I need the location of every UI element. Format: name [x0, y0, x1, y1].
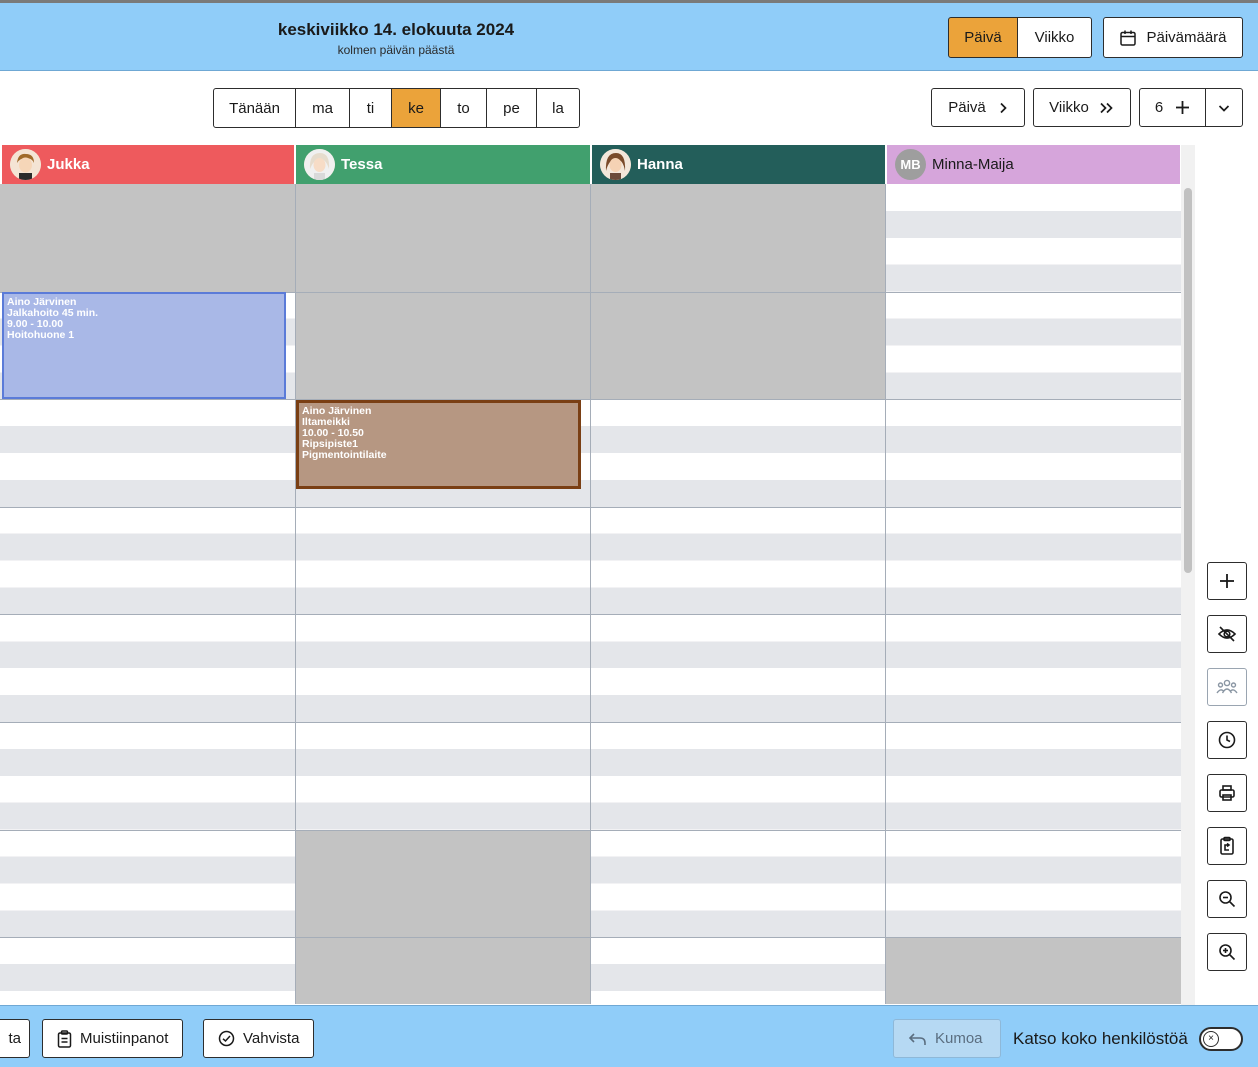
group-button[interactable] — [1207, 668, 1247, 706]
top-header: keskiviikko 14. elokuuta 2024 kolmen päi… — [0, 0, 1258, 71]
page-title: keskiviikko 14. elokuuta 2024 — [277, 20, 515, 39]
date-picker-button[interactable]: Päivämäärä — [1103, 17, 1243, 58]
day-ke[interactable]: ke — [392, 89, 441, 127]
column-header-tessa[interactable]: Tessa — [296, 145, 590, 184]
day-la[interactable]: la — [537, 89, 579, 127]
schedule-grid[interactable]: Aino Järvinen Jalkahoito 45 min. 9.00 - … — [0, 184, 1181, 1004]
print-button[interactable] — [1207, 774, 1247, 812]
undo-icon — [908, 1032, 927, 1046]
next-day-button[interactable]: Päivä — [931, 88, 1025, 127]
close-icon: × — [1203, 1031, 1219, 1047]
staff-name: Minna-Maija — [932, 156, 1014, 173]
day-selector: Tänään ma ti ke to pe la — [213, 88, 580, 128]
avatar — [600, 149, 631, 180]
clipboard-icon — [57, 1029, 72, 1048]
count-dropdown-button[interactable] — [1205, 88, 1243, 127]
all-staff-toggle[interactable]: × — [1199, 1027, 1243, 1051]
event-resource: Pigmentointilaite — [302, 449, 387, 461]
event-room: Hoitohuone 1 — [7, 329, 75, 341]
chevron-down-icon — [1218, 103, 1230, 113]
staff-name: Tessa — [341, 156, 383, 173]
partial-button[interactable]: ta — [0, 1019, 30, 1058]
zoom-out-icon — [1218, 890, 1236, 908]
check-circle-icon — [218, 1030, 235, 1047]
appointment-card[interactable]: Aino Järvinen Iltameikki 10.00 - 10.50 R… — [296, 400, 581, 489]
hide-toggle-button[interactable] — [1207, 615, 1247, 653]
notes-label: Muistiinpanot — [80, 1030, 169, 1047]
count-add-button[interactable]: 6 — [1139, 88, 1206, 127]
printer-icon — [1218, 784, 1236, 802]
column-header-minna-maija[interactable]: MB Minna-Maija — [887, 145, 1180, 184]
avatar: MB — [895, 149, 926, 180]
add-button[interactable] — [1207, 562, 1247, 600]
staff-name: Jukka — [47, 156, 90, 173]
clock-icon — [1218, 731, 1236, 749]
chevron-right-icon — [998, 102, 1008, 114]
calendar-app: keskiviikko 14. elokuuta 2024 kolmen päi… — [0, 0, 1258, 1067]
confirm-label: Vahvista — [243, 1030, 300, 1047]
view-week-label: Viikko — [1034, 29, 1075, 46]
next-week-button[interactable]: Viikko — [1033, 88, 1131, 127]
scrollbar-thumb[interactable] — [1184, 188, 1192, 573]
eye-off-icon — [1217, 625, 1237, 643]
day-ma[interactable]: ma — [296, 89, 350, 127]
clipboard-copy-icon — [1219, 836, 1235, 856]
date-subtitle: kolmen päivän päästä — [337, 43, 455, 57]
next-day-label: Päivä — [948, 99, 986, 116]
appointment-card[interactable]: Aino Järvinen Jalkahoito 45 min. 9.00 - … — [2, 292, 286, 399]
column-divider — [295, 184, 296, 1004]
plus-icon — [1219, 573, 1235, 589]
column-header-hanna[interactable]: Hanna — [592, 145, 885, 184]
clock-button[interactable] — [1207, 721, 1247, 759]
undo-label: Kumoa — [935, 1030, 983, 1047]
staff-name: Hanna — [637, 156, 683, 173]
column-divider — [885, 184, 886, 1004]
view-week-button[interactable]: Viikko — [1017, 17, 1092, 58]
unavailable-block — [886, 938, 1181, 1004]
undo-button[interactable]: Kumoa — [893, 1019, 1001, 1058]
double-chevron-right-icon — [1099, 102, 1115, 114]
next-week-label: Viikko — [1049, 99, 1089, 116]
plus-icon — [1175, 100, 1190, 115]
avatar — [304, 149, 335, 180]
count-label: 6 — [1154, 99, 1164, 116]
all-staff-label: Katso koko henkilöstöä — [1013, 1029, 1188, 1048]
column-header-jukka[interactable]: Jukka — [2, 145, 294, 184]
unavailable-block — [0, 184, 295, 292]
day-pe[interactable]: pe — [487, 89, 537, 127]
unavailable-block — [296, 830, 591, 1004]
copy-button[interactable] — [1207, 827, 1247, 865]
day-ti[interactable]: ti — [350, 89, 392, 127]
today-button[interactable]: Tänään — [214, 89, 296, 127]
view-day-button[interactable]: Päivä — [948, 17, 1018, 58]
notes-button[interactable]: Muistiinpanot — [42, 1019, 184, 1058]
view-day-label: Päivä — [964, 29, 1002, 46]
zoom-in-icon — [1218, 943, 1236, 961]
group-icon — [1216, 679, 1238, 695]
confirm-button[interactable]: Vahvista — [203, 1019, 315, 1058]
calendar-icon — [1119, 29, 1137, 47]
column-divider — [590, 184, 591, 1004]
date-picker-label: Päivämäärä — [1146, 29, 1227, 46]
day-to[interactable]: to — [441, 89, 487, 127]
zoom-out-button[interactable] — [1207, 880, 1247, 918]
partial-button-label: ta — [8, 1030, 21, 1047]
zoom-in-button[interactable] — [1207, 933, 1247, 971]
avatar — [10, 149, 41, 180]
